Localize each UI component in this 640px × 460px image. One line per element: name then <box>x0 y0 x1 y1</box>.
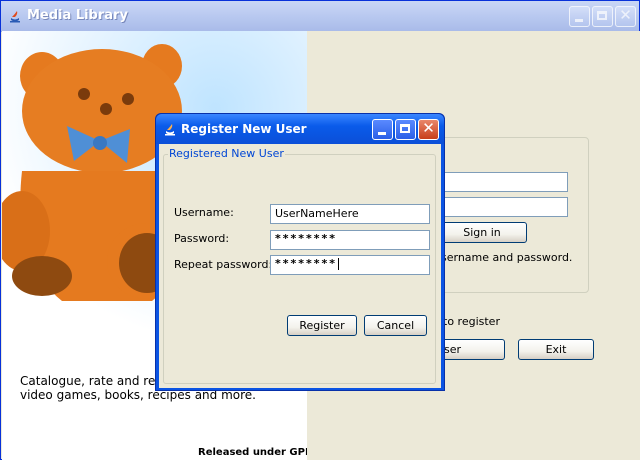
maximize-icon <box>597 11 607 20</box>
cancel-button[interactable]: Cancel <box>364 315 427 336</box>
register-button[interactable]: Register <box>287 315 357 336</box>
java-icon <box>165 124 175 136</box>
password-value: ******** <box>275 232 338 245</box>
password-input[interactable]: ******** <box>270 230 430 250</box>
minimize-icon <box>575 19 583 22</box>
dialog-title: Register New User <box>181 122 307 136</box>
dialog-minimize-button[interactable] <box>372 119 393 140</box>
main-window-title: Media Library <box>27 8 128 23</box>
dialog-maximize-button[interactable] <box>395 119 416 140</box>
signin-password-field[interactable] <box>437 197 568 217</box>
license-text: Released under GPL2 <box>198 447 307 458</box>
repeat-password-label: Repeat password: <box>174 258 273 271</box>
username-label: Username: <box>174 206 234 219</box>
close-icon: ✕ <box>422 119 435 137</box>
main-title-bar[interactable]: Media Library ✕ <box>1 1 639 32</box>
main-maximize-button[interactable] <box>592 6 613 27</box>
repeat-password-input[interactable]: ******** <box>270 255 430 275</box>
register-dialog: Register New User ✕ Registered New User … <box>155 113 445 391</box>
maximize-icon <box>400 124 410 133</box>
username-input[interactable]: UserNameHere <box>270 204 430 224</box>
description-line-1: Catalogue, rate and revie <box>20 374 174 388</box>
minimize-icon <box>378 132 386 135</box>
sign-in-hint: sername and password. <box>441 251 573 264</box>
dialog-body: Registered New User Username: UserNameHe… <box>159 144 441 388</box>
dialog-title-bar[interactable]: Register New User ✕ <box>156 114 444 144</box>
register-hint: to register <box>443 315 500 328</box>
username-value: UserNameHere <box>275 207 359 220</box>
main-close-button[interactable]: ✕ <box>615 6 636 27</box>
main-minimize-button[interactable] <box>569 6 590 27</box>
group-title: Registered New User <box>168 147 285 160</box>
sign-in-button[interactable]: Sign in <box>437 222 527 243</box>
dialog-close-button[interactable]: ✕ <box>418 119 439 140</box>
exit-button[interactable]: Exit <box>518 339 594 360</box>
java-icon <box>10 11 20 23</box>
signin-username-field[interactable] <box>437 172 568 192</box>
password-label: Password: <box>174 232 230 245</box>
repeat-password-value: ******** <box>275 257 338 270</box>
close-icon: ✕ <box>619 6 632 24</box>
text-caret <box>338 258 340 270</box>
